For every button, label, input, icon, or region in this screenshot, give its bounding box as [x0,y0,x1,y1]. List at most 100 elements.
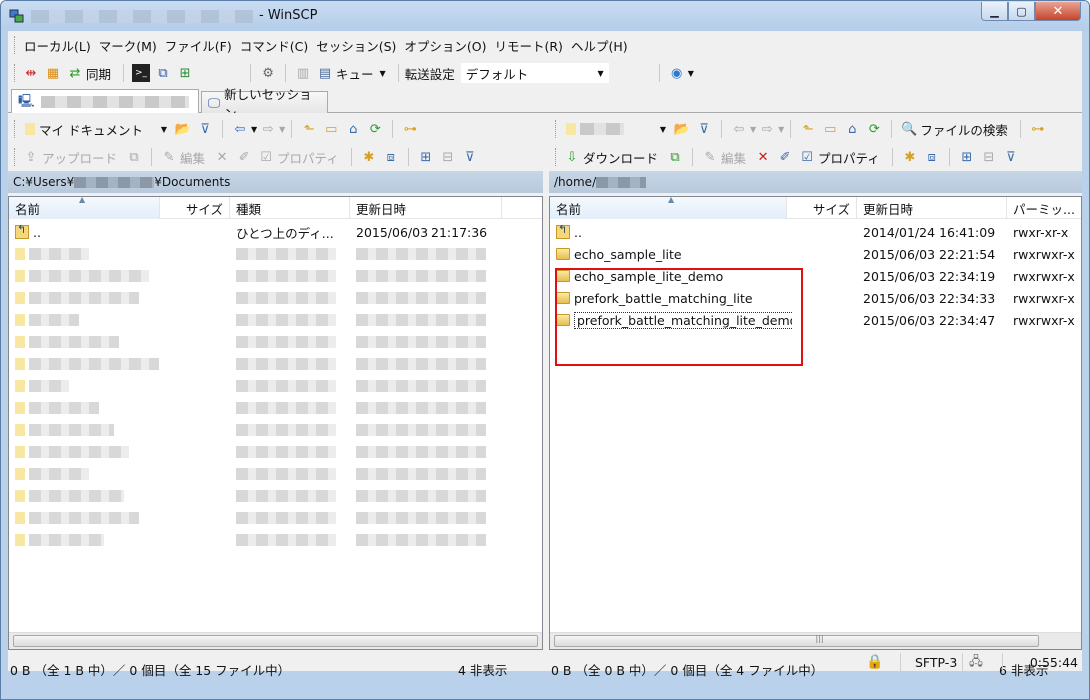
file-type: ひとつ上のディ... [236,225,334,241]
column-size[interactable]: サイズ [787,197,857,219]
menu-help[interactable]: ヘルプ(H) [567,36,632,55]
compare-directories-icon[interactable]: ⇹ [22,64,40,82]
session-globe-icon[interactable]: ◉ [668,64,686,82]
maximize-button[interactable]: ▢ [1008,2,1035,21]
chevron-down-icon: ▼ [659,124,666,134]
toolbar-grip[interactable] [14,148,17,166]
open-directory-icon[interactable]: ⊞ [176,64,194,82]
toolbar-grip[interactable] [14,64,17,82]
open-folder-icon[interactable]: 📂 [673,120,691,138]
download-icon[interactable]: ⇩ [563,148,581,166]
rename-icon[interactable]: ✐ [776,148,794,166]
menu-command[interactable]: コマンド(C) [236,36,312,55]
chevron-down-icon: ▼ [160,124,167,134]
redacted-name [15,441,165,463]
minimize-button[interactable]: ▁ [981,2,1008,21]
properties-button: プロパティ [277,150,339,166]
table-row[interactable]: .. 2014/01/24 16:41:09 rwxr-xr-x [550,221,1081,243]
file-icon [15,512,25,524]
copy-path-icon[interactable]: ⧈ [382,148,400,166]
column-modified[interactable]: 更新日時 [350,197,502,219]
select-filter-icon[interactable]: ⊽ [1002,148,1020,166]
local-file-list[interactable]: ▲ 名前 サイズ 種類 更新日時 .. [8,196,543,650]
toolbar-grip[interactable] [555,120,558,138]
select-filter-icon[interactable]: ⊽ [461,148,479,166]
menu-mark[interactable]: マーク(M) [95,36,161,55]
new-folder-icon[interactable]: ✱ [901,148,919,166]
queue-dropdown-icon[interactable]: ▼ [380,69,386,78]
menu-remote[interactable]: リモート(R) [491,36,567,55]
session-dropdown-icon[interactable]: ▼ [688,69,694,78]
menu-options[interactable]: オプション(O) [400,36,490,55]
winscp-app-icon [9,9,24,23]
find-files-icon[interactable]: 🔍 [900,120,918,138]
local-horizontal-scrollbar[interactable] [9,632,542,649]
synchronize-label[interactable]: 同期 [86,64,111,83]
refresh-icon[interactable]: ⟳ [865,120,883,138]
new-folder-icon[interactable]: ✱ [360,148,378,166]
column-size[interactable]: サイズ [160,197,230,219]
redacted-bar [236,424,336,436]
menu-grip[interactable] [14,36,17,54]
parent-directory-icon[interactable]: ⬑ [300,120,318,138]
table-row[interactable]: echo_sample_lite 2015/06/03 22:21:54 rwx… [550,243,1081,265]
filter-icon[interactable]: ⊽ [196,120,214,138]
putty-icon[interactable]: ⧉ [154,64,172,82]
home-icon[interactable]: ⌂ [344,120,362,138]
filter-icon[interactable]: ⊽ [695,120,713,138]
root-directory-icon[interactable]: ▭ [322,120,340,138]
remote-location-select[interactable]: ▼ [561,119,671,139]
toolbar-grip[interactable] [14,120,17,138]
transfer-settings-select[interactable]: デフォルト ▼ [460,63,609,83]
redacted-bar [356,490,486,502]
close-button[interactable]: ✕ [1035,2,1081,21]
column-type[interactable]: 種類 [230,197,350,219]
queue-label[interactable]: キュー [336,64,374,83]
select-all-icon[interactable]: ⊞ [958,148,976,166]
properties-icon[interactable]: ☑ [798,148,816,166]
find-files-button[interactable]: ファイルの検索 [920,120,1008,139]
download-queue-icon[interactable]: ⧉ [666,148,684,166]
table-row[interactable]: .. ひとつ上のディ... 2015/06/03 21:17:36 [9,221,542,243]
toolbar-grip[interactable] [555,148,558,166]
folder-icon [25,122,35,135]
local-location-select[interactable]: マイ ドキュメント ▼ [20,119,172,139]
back-dropdown-icon[interactable]: ▼ [251,125,257,134]
remote-file-list[interactable]: ▲ 名前 サイズ 更新日時 パーミッ... ↰ .. 2014/01/24 16… [549,196,1082,650]
menu-file[interactable]: ファイル(F) [161,36,236,55]
menu-session[interactable]: セッション(S) [312,36,400,55]
tree-icon[interactable]: ⊶ [401,120,419,138]
menu-local[interactable]: ローカル(L) [20,36,95,55]
console-icon[interactable]: >_ [132,64,151,82]
redacted-bar [29,380,69,392]
remote-horizontal-scrollbar[interactable]: ||| [550,632,1081,649]
redacted-date [356,331,496,353]
preferences-gear-icon[interactable]: ⚙ [259,64,277,82]
tree-icon[interactable]: ⊶ [1029,120,1047,138]
select-all-icon[interactable]: ⊞ [417,148,435,166]
tab-new-session[interactable]: 🖵 新しいセッション [201,87,328,121]
column-permissions[interactable]: パーミッ... [1007,197,1081,219]
delete-icon[interactable]: ✕ [754,148,772,166]
scrollbar-thumb[interactable] [554,635,1039,647]
column-name[interactable]: ▲ 名前 [550,197,787,219]
synchronize-icon[interactable]: ⇄ [66,64,84,82]
download-button[interactable]: ダウンロード [583,148,658,167]
column-name[interactable]: ▲ 名前 [9,197,160,219]
parent-directory-icon[interactable]: ⬑ [799,120,817,138]
copy-path-icon[interactable]: ⧈ [923,148,941,166]
home-icon[interactable]: ⌂ [843,120,861,138]
queue-icon[interactable]: ▤ [316,64,334,82]
local-path-bar[interactable]: C:¥Users¥ ¥Documents [8,171,543,193]
scrollbar-thumb[interactable] [13,635,538,647]
back-arrow-icon[interactable]: ⇦ [231,120,249,138]
tab-current-session[interactable]: 🖳 [11,89,199,114]
synchronize-browsing-icon[interactable]: ▦ [44,64,62,82]
open-folder-icon[interactable]: 📂 [174,120,192,138]
root-directory-icon[interactable]: ▭ [821,120,839,138]
properties-button[interactable]: プロパティ [818,148,880,167]
column-modified[interactable]: 更新日時 [857,197,1007,219]
redacted-type [236,265,346,287]
refresh-icon[interactable]: ⟳ [366,120,384,138]
remote-path-bar[interactable]: /home/ [549,171,1082,193]
